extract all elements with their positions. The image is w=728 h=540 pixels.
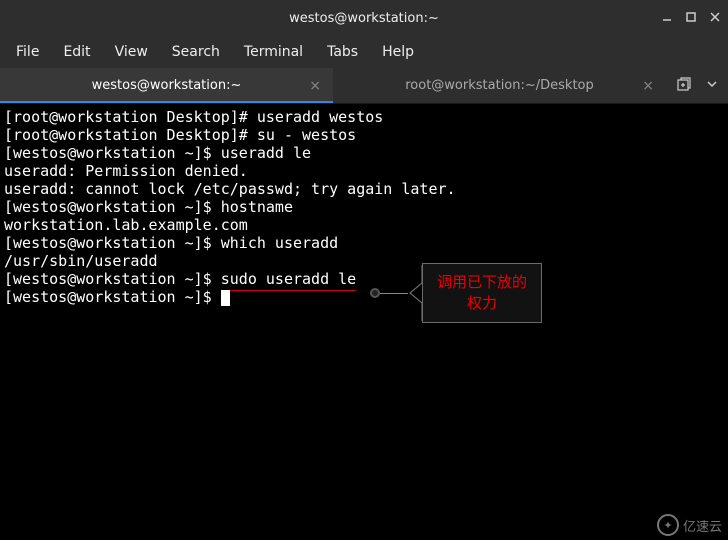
term-line: useradd: cannot lock /etc/passwd; try ag…	[4, 180, 724, 198]
tab-1-close-icon[interactable]: ×	[309, 78, 321, 94]
tab-2-close-icon[interactable]: ×	[642, 78, 654, 94]
term-line-prompt: [westos@workstation ~]$	[4, 288, 724, 306]
annotation-connector	[380, 293, 408, 294]
cursor-icon	[221, 290, 230, 306]
term-line: [westos@workstation ~]$ hostname	[4, 198, 724, 216]
watermark-icon: ✦	[657, 514, 679, 536]
annotation: 调用已下放的 权力	[370, 263, 542, 323]
tab-extras	[666, 68, 728, 103]
menu-search[interactable]: Search	[162, 40, 230, 64]
terminal-viewport[interactable]: [root@workstation Desktop]# useradd west…	[0, 104, 728, 540]
menu-terminal[interactable]: Terminal	[234, 40, 313, 64]
window-controls	[662, 12, 720, 25]
chevron-down-icon[interactable]	[706, 78, 718, 94]
annotation-label: 调用已下放的 权力	[422, 263, 542, 323]
annotation-dot-icon	[370, 288, 380, 298]
menu-view[interactable]: View	[105, 40, 158, 64]
highlighted-command: sudo useradd le	[221, 270, 356, 288]
new-tab-icon[interactable]	[676, 76, 692, 96]
menubar: File Edit View Search Terminal Tabs Help	[0, 36, 728, 68]
annotation-notch-icon	[408, 265, 422, 321]
tab-1[interactable]: westos@workstation:~ ×	[0, 68, 333, 103]
tab-2[interactable]: root@workstation:~/Desktop ×	[333, 68, 666, 103]
term-line: /usr/sbin/useradd	[4, 252, 724, 270]
watermark-text: 亿速云	[683, 516, 722, 535]
menu-edit[interactable]: Edit	[53, 40, 100, 64]
watermark: ✦ 亿速云	[657, 514, 722, 536]
term-line: [westos@workstation ~]$ useradd le	[4, 144, 724, 162]
maximize-icon[interactable]	[686, 12, 696, 25]
tab-1-label: westos@workstation:~	[92, 78, 242, 93]
tab-2-label: root@workstation:~/Desktop	[405, 78, 594, 93]
menu-tabs[interactable]: Tabs	[317, 40, 368, 64]
minimize-icon[interactable]	[662, 12, 672, 25]
menu-file[interactable]: File	[6, 40, 49, 64]
term-line-sudo: [westos@workstation ~]$ sudo useradd le	[4, 270, 724, 288]
term-line: useradd: Permission denied.	[4, 162, 724, 180]
tabbar: westos@workstation:~ × root@workstation:…	[0, 68, 728, 104]
term-line: [root@workstation Desktop]# su - westos	[4, 126, 724, 144]
term-line: [root@workstation Desktop]# useradd west…	[4, 108, 724, 126]
term-line: [westos@workstation ~]$ which useradd	[4, 234, 724, 252]
term-line: workstation.lab.example.com	[4, 216, 724, 234]
menu-help[interactable]: Help	[372, 40, 424, 64]
window-title: westos@workstation:~	[289, 11, 439, 26]
close-icon[interactable]	[710, 12, 720, 25]
window-titlebar: westos@workstation:~	[0, 0, 728, 36]
